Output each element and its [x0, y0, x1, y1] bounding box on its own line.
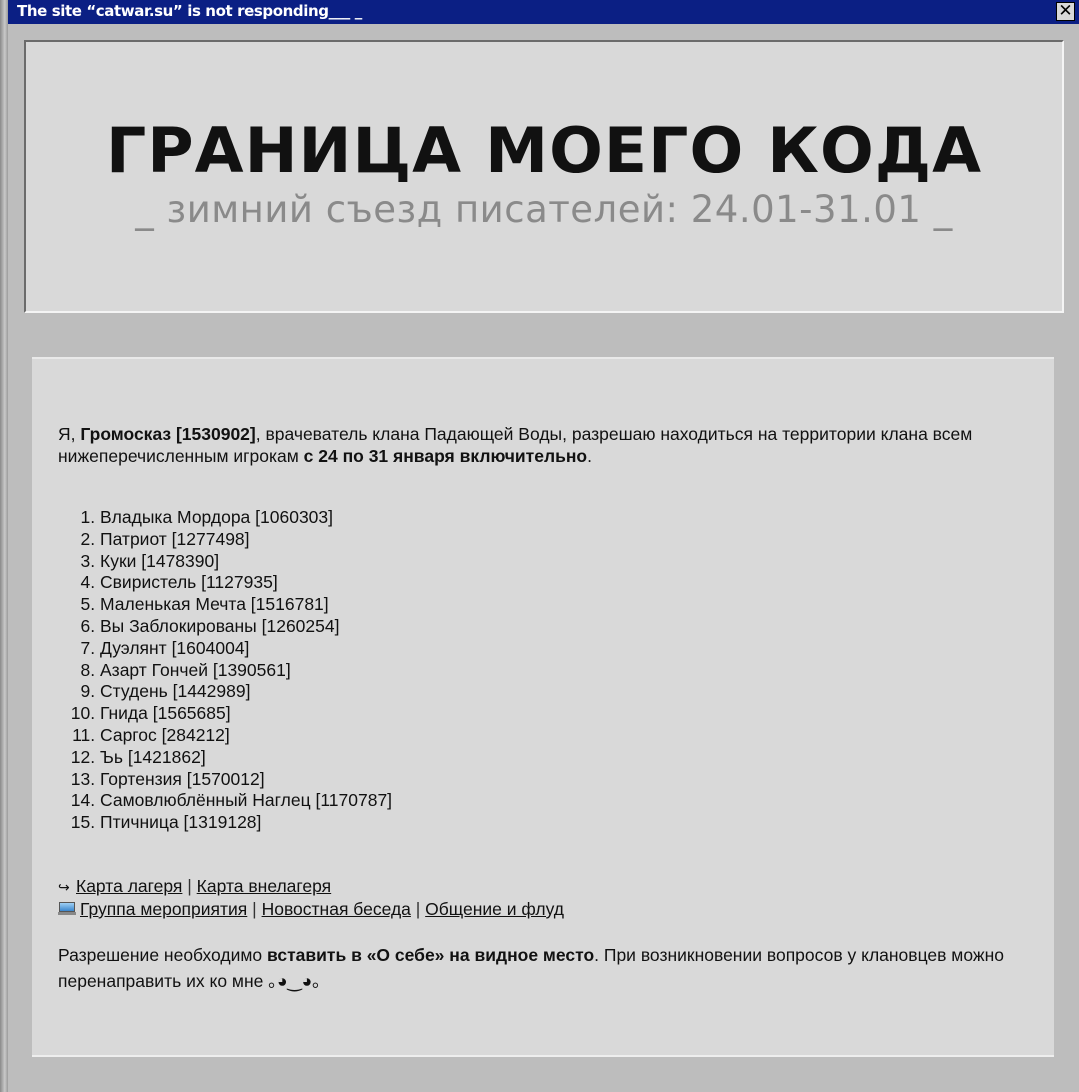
list-item: Саргос [284212]	[100, 725, 1048, 747]
map-links-row: ↪ Карта лагеря | Карта внелагеря	[58, 875, 1048, 898]
author-name: Громосказ [1530902]	[80, 424, 256, 444]
list-item: Свиристель [1127935]	[100, 572, 1048, 594]
list-item: Студень [1442989]	[100, 681, 1048, 703]
arrow-icon: ↪	[58, 878, 70, 895]
news-chat-link[interactable]: Новостная беседа	[262, 899, 411, 919]
banner-title: ГРАНИЦА МОЕГО КОДА	[105, 114, 983, 187]
list-item: Гнида [1565685]	[100, 703, 1048, 725]
event-group-link[interactable]: Группа мероприятия	[80, 899, 247, 919]
window-title: The site “catwar.su” is not responding__…	[17, 2, 362, 20]
list-item: Дуэлянт [1604004]	[100, 638, 1048, 660]
list-item: Гортензия [1570012]	[100, 769, 1048, 791]
content-panel: Я, Громосказ [1530902], врачеватель клан…	[32, 357, 1054, 1057]
intro-text-1: Я,	[58, 424, 81, 444]
link-separator: |	[247, 898, 262, 919]
list-item: Маленькая Мечта [1516781]	[100, 594, 1048, 616]
list-item: Патриот [1277498]	[100, 529, 1048, 551]
note-text-1: Разрешение необходимо	[58, 944, 268, 965]
link-separator: |	[410, 898, 426, 919]
group-links-row: Группа мероприятия | Новостная беседа | …	[58, 898, 1048, 920]
list-item: Птичница [1319128]	[100, 812, 1048, 834]
flood-chat-link[interactable]: Общение и флуд	[425, 899, 564, 919]
list-item: Ъь [1421862]	[100, 747, 1048, 769]
banner: ГРАНИЦА МОЕГО КОДА _ зимний съезд писате…	[24, 40, 1064, 313]
players-list: Владыка Мордора [1060303] Патриот [12774…	[58, 507, 1048, 834]
camp-map-link[interactable]: Карта лагеря	[76, 876, 182, 896]
banner-subtitle: _ зимний съезд писателей: 24.01-31.01 _	[135, 188, 953, 231]
list-item: Куки [1478390]	[100, 551, 1048, 573]
list-item: Самовлюблённый Наглец [1170787]	[100, 790, 1048, 812]
permission-note: Разрешение необходимо вставить в «О себе…	[58, 942, 1048, 994]
links-block: ↪ Карта лагеря | Карта внелагеря Группа м…	[58, 875, 1048, 920]
window-left-edge	[0, 0, 8, 1092]
note-bold: вставить в «О себе» на видное место	[267, 944, 595, 965]
computer-icon	[58, 901, 76, 916]
list-item: Владыка Мордора [1060303]	[100, 507, 1048, 529]
list-item: Азарт Гончей [1390561]	[100, 660, 1048, 682]
link-separator: |	[182, 875, 197, 896]
close-icon[interactable]: ✕	[1056, 2, 1075, 21]
intro-paragraph: Я, Громосказ [1530902], врачеватель клан…	[58, 423, 1048, 467]
outer-map-link[interactable]: Карта внелагеря	[197, 876, 332, 896]
intro-text-3: .	[587, 446, 592, 466]
emoticon: ｡◕‿◕｡	[268, 970, 321, 991]
permission-period: с 24 по 31 января включительно	[303, 446, 588, 466]
window-titlebar[interactable]: The site “catwar.su” is not responding__…	[8, 0, 1079, 24]
list-item: Вы Заблокированы [1260254]	[100, 616, 1048, 638]
content-body: Я, Громосказ [1530902], врачеватель клан…	[58, 423, 1048, 994]
